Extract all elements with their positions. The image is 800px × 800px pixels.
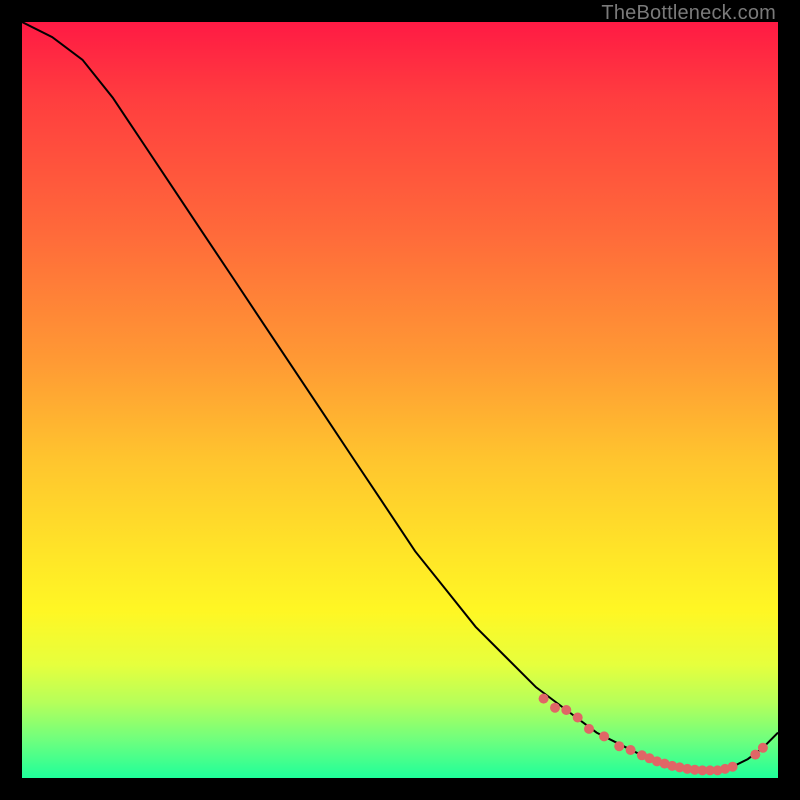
chart-frame: TheBottleneck.com bbox=[0, 0, 800, 800]
chart-plot-area bbox=[22, 22, 778, 778]
